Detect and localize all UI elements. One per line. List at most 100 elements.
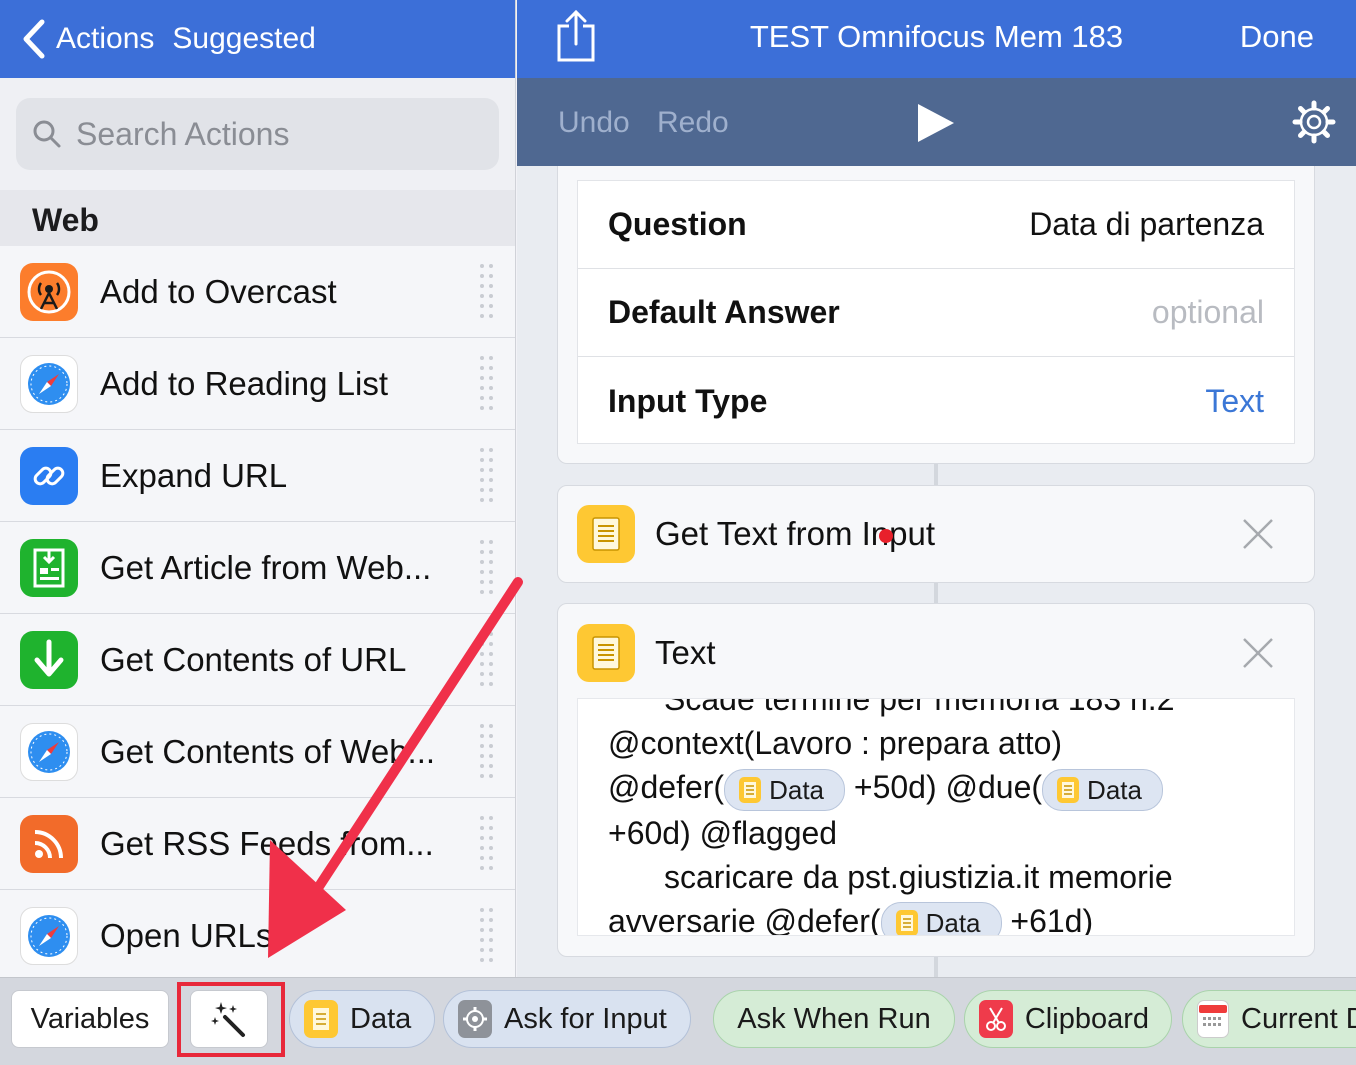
text-document-icon [304,1000,338,1038]
back-label: Actions [56,22,155,55]
pill-label: Ask for Input [504,1002,667,1035]
variable-token-data[interactable]: Data [1042,768,1163,811]
text-card: Text Scade termine per memoria 183 n.2 @… [557,603,1315,957]
download-arrow-icon [20,630,78,689]
ask-when-run-pill[interactable]: Ask When Run [713,990,955,1048]
undo-button[interactable]: Undo [558,78,630,168]
text-line: avversarie @defer( Data +61d) [608,899,1268,936]
text-segment: +61d) [1010,902,1094,936]
article-icon [20,538,78,597]
rss-icon [20,814,78,873]
question-label: Question [608,206,747,242]
text-document-icon [577,624,635,682]
default-answer-field[interactable]: optional [1152,294,1264,331]
back-button[interactable]: Actions [22,19,154,59]
text-segment: avversarie @defer( [608,902,881,936]
text-segment: +50d) @due( [853,769,1043,805]
drag-handle-icon[interactable] [480,356,496,412]
text-line: scaricare da pst.giustizia.it memorie [664,858,1173,895]
close-icon[interactable] [1242,637,1274,669]
card-title: Text [655,634,716,671]
connector-line [934,583,938,603]
list-item-label: Get Article from Web... [100,548,432,586]
drag-handle-icon[interactable] [480,908,496,964]
chevron-left-icon [23,19,45,59]
list-item[interactable]: Get Contents of Web... [0,706,515,798]
get-text-from-input-card[interactable]: Get Text from Input [557,485,1315,583]
drag-handle-icon[interactable] [480,264,496,320]
list-item-label: Expand URL [100,456,288,494]
token-label: Data [925,908,981,936]
token-label: Data [769,774,824,805]
safari-icon [20,906,78,965]
variable-token-data[interactable]: Data [880,902,1002,936]
text-segment: @defer( [608,769,725,805]
overcast-icon [20,262,78,321]
list-item[interactable]: Open URLs [0,890,515,977]
default-answer-label: Default Answer [608,294,840,330]
input-type-label: Input Type [608,382,768,419]
section-header-web: Web [0,190,515,246]
drag-handle-icon[interactable] [480,540,496,596]
action-list: Add to Overcast Add to Reading List Expa… [0,246,515,977]
default-answer-row[interactable]: Default Answer optional [578,269,1294,357]
calendar-icon [1197,1000,1229,1038]
pill-label: Current D [1241,1002,1356,1035]
drag-handle-icon[interactable] [480,816,496,872]
data-variable-pill[interactable]: Data [289,990,435,1048]
pill-label: Data [350,1002,412,1035]
list-item-label: Get RSS Feeds from... [100,824,434,862]
text-line: +60d) @flagged [608,814,838,851]
text-document-icon [739,776,762,803]
gear-icon [458,1000,492,1038]
list-item[interactable]: Expand URL [0,430,515,522]
drag-handle-icon[interactable] [480,448,496,504]
safari-icon [20,354,78,413]
list-item-label: Add to Reading List [100,364,389,402]
pill-label: Clipboard [1024,1002,1149,1035]
list-item[interactable]: Get Article from Web... [0,522,515,614]
clipboard-pill[interactable]: Clipboard [964,990,1172,1048]
workflow-title[interactable]: TEST Omnifocus Mem 183 [517,0,1356,74]
suggested-tab[interactable]: Suggested [172,22,315,56]
drag-handle-icon[interactable] [480,724,496,780]
text-line: Scade termine per memoria 183 n.2 [664,698,1175,717]
done-button[interactable]: Done [1240,0,1314,74]
question-value[interactable]: Data di partenza [1029,206,1264,243]
ask-for-input-card: Question Data di partenza Default Answer… [557,166,1315,464]
list-item[interactable]: Get Contents of URL [0,614,515,706]
safari-icon [20,722,78,781]
list-item[interactable]: Get RSS Feeds from... [0,798,515,890]
play-icon[interactable] [916,102,956,144]
scissors-icon [979,1000,1013,1038]
input-type-value[interactable]: Text [1205,383,1264,420]
redo-button[interactable]: Redo [657,78,729,168]
editor-toolbar: Undo Redo [517,78,1356,166]
question-row[interactable]: Question Data di partenza [578,181,1294,269]
ask-for-input-pill[interactable]: Ask for Input [443,990,691,1048]
variables-button[interactable]: Variables [11,990,169,1048]
close-icon[interactable] [1242,518,1274,550]
text-document-icon [577,505,635,563]
search-icon [33,120,61,148]
list-item[interactable]: Add to Reading List [0,338,515,430]
drag-handle-icon[interactable] [480,632,496,688]
text-document-icon [895,910,918,935]
variable-token-data[interactable]: Data [724,768,845,811]
text-editor[interactable]: Scade termine per memoria 183 n.2 @conte… [577,698,1295,936]
current-date-pill[interactable]: Current D [1182,990,1356,1048]
search-input[interactable] [76,115,476,153]
touch-indicator [879,529,893,543]
list-item[interactable]: Add to Overcast [0,246,515,338]
search-bar[interactable] [16,98,499,170]
text-line: @context(Lavoro : prepara atto) [608,725,1063,761]
text-line: @defer( Data +50d) @due( Data [608,765,1268,811]
token-label: Data [1087,774,1142,805]
annotation-highlight-box [177,982,285,1057]
connector-line [934,957,938,977]
card-title: Get Text from Input [655,515,936,552]
settings-gear-icon[interactable] [1292,100,1336,144]
input-type-row[interactable]: Input Type Text [578,357,1294,445]
list-item-label: Open URLs [100,916,273,954]
text-document-icon [1057,776,1080,803]
